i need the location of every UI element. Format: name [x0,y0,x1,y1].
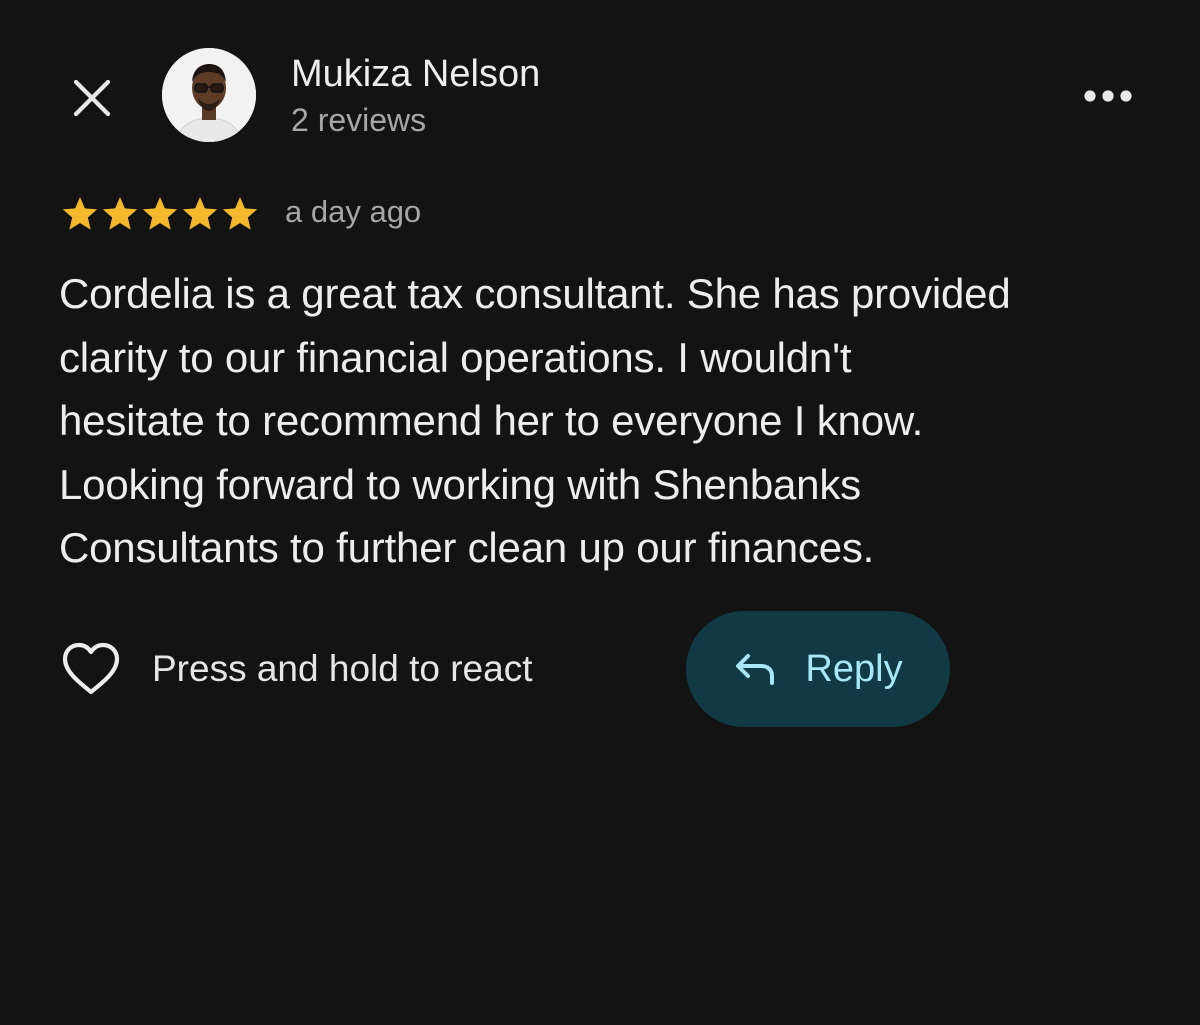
more-options-button[interactable] [1076,76,1140,116]
star-icon [182,197,218,230]
star-rating [60,192,260,236]
review-text: Cordelia is a great tax consultant. She … [59,262,1159,580]
review-text-line: Cordelia is a great tax consultant. She … [59,270,1011,317]
reply-label: Reply [805,647,903,690]
review-text-line: Consultants to further clean up our fina… [59,524,875,571]
star-icon [102,197,138,230]
close-icon [73,79,111,117]
author-review-count: 2 reviews [291,102,427,138]
star-icon [62,197,98,230]
more-horizontal-icon [1084,90,1132,102]
author-name[interactable]: Mukiza Nelson [291,53,540,96]
react-button[interactable]: Press and hold to react [60,636,533,702]
avatar[interactable] [162,48,256,142]
reply-button[interactable]: Reply [686,611,950,727]
review-sheet: Mukiza Nelson 2 reviews a day ago Cordel… [0,0,1200,1025]
star-icon [222,197,258,230]
heart-outline-icon [62,642,120,695]
star-icon [142,197,178,230]
review-text-line: hesitate to recommend her to everyone I … [59,397,924,444]
close-button[interactable] [66,72,118,124]
react-label: Press and hold to react [152,648,533,689]
review-timestamp: a day ago [285,194,422,229]
avatar-photo [162,48,256,142]
review-text-line: Looking forward to working with Shenbank… [59,460,861,508]
reply-arrow-icon [736,654,775,685]
review-text-line: clarity to our financial operations. I w… [59,333,852,381]
